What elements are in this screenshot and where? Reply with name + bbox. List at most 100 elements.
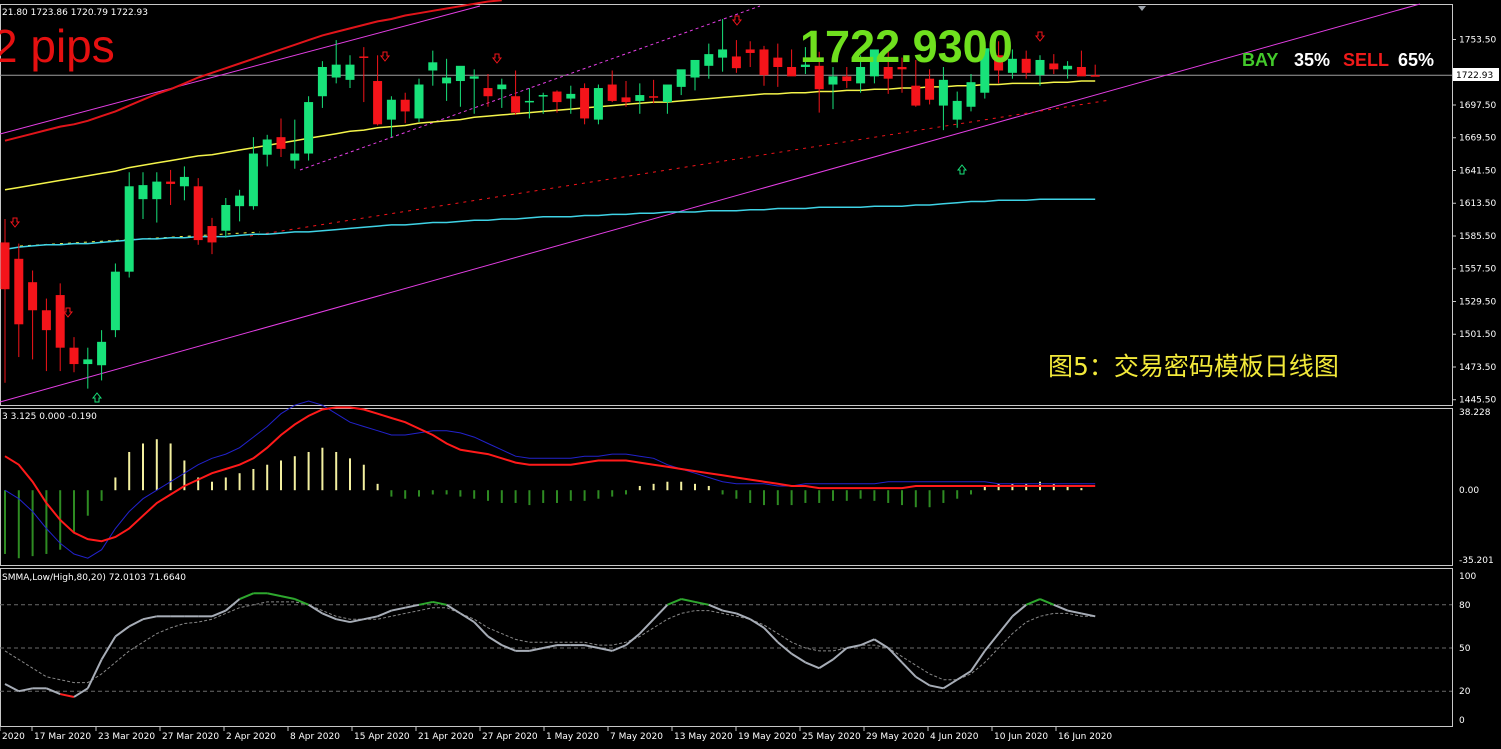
candle-body <box>414 84 424 119</box>
candle-body <box>221 205 231 231</box>
stochastic-main-segment <box>860 638 875 647</box>
sell-arrow-icon <box>731 15 743 26</box>
stochastic-main-segment <box>722 609 737 615</box>
candle-body <box>580 88 590 119</box>
time-axis-label: 15 Apr 2020 <box>354 732 410 742</box>
price-axis-label: 1697.50 <box>1459 101 1496 111</box>
candle-body <box>152 181 162 200</box>
stochastic-main-segment <box>1025 598 1041 606</box>
stochastic-main-segment <box>708 603 723 612</box>
candle-body <box>1063 65 1073 70</box>
stochastic-main-segment <box>377 609 392 618</box>
stochastic-main-segment <box>1011 604 1027 618</box>
candle-body <box>607 84 617 101</box>
candle-body <box>400 99 410 112</box>
stochastic-main-segment <box>142 615 158 621</box>
candle-body <box>511 96 521 113</box>
stochastic-main-segment <box>749 618 765 629</box>
time-axis-label: 16 Jun 2020 <box>1058 732 1112 742</box>
stochastic-main-segment <box>473 621 489 638</box>
candle-body <box>179 176 189 187</box>
stochastic-axis-label: 100 <box>1459 572 1476 582</box>
time-axis-label: 27 Apr 2020 <box>482 732 538 742</box>
time-axis-label: 2 Apr 2020 <box>226 732 276 742</box>
price-axis-label: 1669.50 <box>1459 134 1496 144</box>
candle-body <box>497 84 507 90</box>
stochastic-main-segment <box>667 598 682 606</box>
candle-body <box>690 59 700 78</box>
candle-body <box>0 242 10 290</box>
time-axis-label: 19 May 2020 <box>738 732 797 742</box>
stochastic-main-segment <box>1081 612 1096 618</box>
stochastic-axis-label: 50 <box>1459 644 1471 654</box>
main-panel <box>0 4 1453 406</box>
candle-body <box>69 347 79 365</box>
stochastic-main-segment <box>529 647 544 652</box>
candle-body <box>124 186 134 272</box>
stochastic-main-segment <box>942 678 958 690</box>
bay-percent: 35% <box>1294 50 1330 70</box>
candle-body <box>1090 75 1100 77</box>
channel-mid-dashed-line <box>299 5 761 171</box>
stochastic-main-segment <box>639 618 655 635</box>
stochastic-main-segment <box>652 604 669 620</box>
stochastic-main-segment <box>4 683 20 693</box>
time-axis-label: 25 May 2020 <box>802 732 861 742</box>
time-axis-label: 1 May 2020 <box>546 732 599 742</box>
candle-body <box>276 137 286 149</box>
candle-body <box>911 85 921 106</box>
candle-body <box>345 64 355 80</box>
stochastic-main-segment <box>266 592 282 598</box>
candle-body <box>331 64 341 78</box>
scroll-marker-icon[interactable] <box>1138 6 1146 11</box>
macd-axis-label: -35.201 <box>1459 556 1494 566</box>
candle-body <box>110 271 120 331</box>
stochastic-main-segment <box>459 612 475 623</box>
stochastic-main-segment <box>349 618 365 624</box>
time-axis-label: 23 Mar 2020 <box>98 732 155 742</box>
stochastic-main-segment <box>446 603 461 615</box>
stochastic-main-segment <box>929 684 944 690</box>
stochastic-main-segment <box>239 592 254 600</box>
ohlc-readout: 21.80 1723.86 1720.79 1722.93 <box>2 8 148 18</box>
stochastic-main-segment <box>1039 598 1055 606</box>
stochastic-main-segment <box>1053 603 1068 612</box>
candle-body <box>842 76 852 82</box>
candle-body <box>593 88 603 120</box>
candle-body <box>248 153 258 207</box>
trading-chart[interactable]: 1753.501725.501697.501669.501641.501613.… <box>0 0 1501 749</box>
stochastic-main-segment <box>625 632 641 646</box>
candle-body <box>524 100 534 103</box>
stochastic-main-segment <box>997 615 1014 635</box>
candle-body <box>649 96 659 98</box>
candle-body <box>704 54 714 66</box>
time-axis-label: 2020 <box>2 732 25 742</box>
candle-body <box>97 341 107 366</box>
stochastic-main-segment <box>128 618 144 628</box>
macd-blue-line <box>4 400 1096 559</box>
stochastic-axis-label: 20 <box>1459 687 1471 697</box>
candle-body <box>235 195 245 207</box>
stochastic-main-segment <box>73 687 89 698</box>
price-axis-label: 1445.50 <box>1459 396 1496 406</box>
stochastic-main-segment <box>86 659 103 689</box>
candle-body <box>138 185 148 200</box>
candle-body <box>262 139 272 155</box>
candle-body <box>55 295 65 348</box>
candle-body <box>635 95 645 101</box>
stochastic-main-segment <box>818 658 834 670</box>
macd-red-line <box>4 406 1096 543</box>
candle-body <box>773 57 783 67</box>
stochastic-main-segment <box>308 603 323 615</box>
candle-body <box>317 66 327 97</box>
price-axis-label: 1473.50 <box>1459 363 1496 373</box>
candle-body <box>718 49 728 58</box>
time-axis-label: 27 Mar 2020 <box>162 732 219 742</box>
buy-arrow-icon <box>956 164 968 175</box>
candle-body <box>952 100 962 120</box>
candle-body <box>41 310 51 331</box>
candle-body <box>621 97 631 103</box>
macd-axis-label: 38.228 <box>1459 408 1491 418</box>
candle-body <box>745 49 755 53</box>
sell-arrow-icon <box>62 307 74 318</box>
